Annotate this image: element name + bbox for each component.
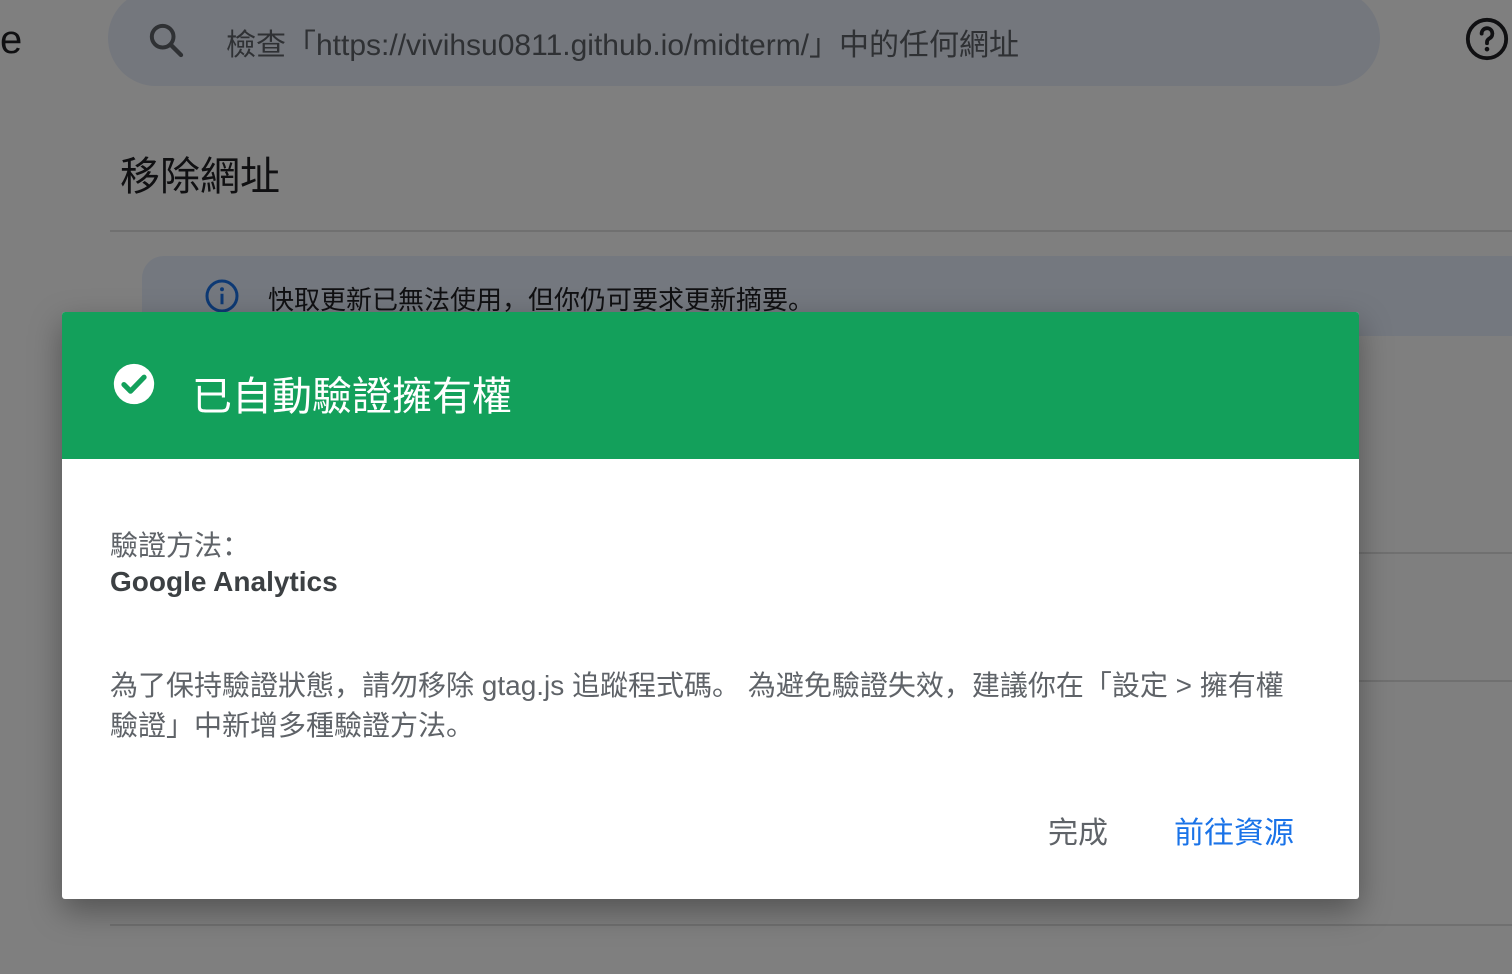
dialog-body-text: 為了保持驗證狀態，請勿移除 gtag.js 追蹤程式碼。 為避免驗證失效，建議你… — [110, 670, 1284, 741]
search-console-page: e 檢查「https://vivihsu0811.github.io/midte… — [0, 0, 1512, 974]
ownership-verified-dialog: 已自動驗證擁有權 驗證方法： Google Analytics 為了保持驗證狀態… — [62, 312, 1359, 899]
dialog-header: 已自動驗證擁有權 — [62, 312, 1359, 459]
dialog-title: 已自動驗證擁有權 — [192, 375, 512, 419]
verification-method-label: 驗證方法： — [110, 530, 251, 561]
done-button[interactable]: 完成 — [1048, 808, 1108, 852]
check-circle-icon — [113, 363, 155, 405]
go-to-property-button[interactable]: 前往資源 — [1174, 808, 1294, 852]
verification-method-value: Google Analytics — [110, 566, 338, 597]
